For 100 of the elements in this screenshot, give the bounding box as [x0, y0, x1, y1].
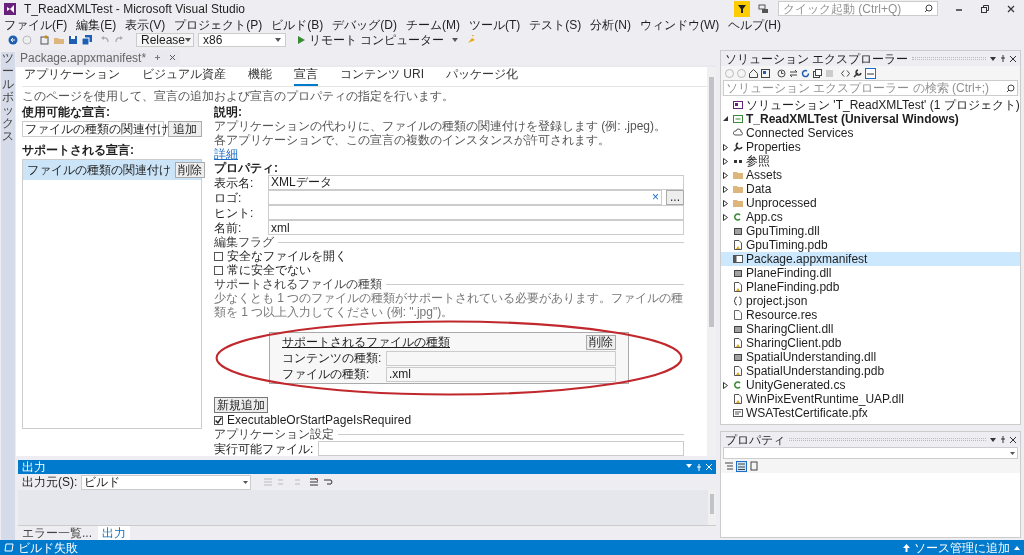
source-control-button[interactable]: ソース管理に追加: [903, 540, 1020, 555]
pin-icon[interactable]: [1000, 436, 1006, 443]
menu-item[interactable]: ファイル(F): [4, 17, 68, 32]
text-field[interactable]: [268, 205, 684, 220]
tree-item[interactable]: WinPixEventRuntime_UAP.dll: [721, 392, 1020, 406]
tree-item[interactable]: PlaneFinding.pdb: [721, 280, 1020, 294]
preview-icon[interactable]: [865, 67, 876, 79]
tree-item[interactable]: T_ReadXMLTest (Universal Windows): [721, 112, 1020, 126]
tree-item[interactable]: project.json: [721, 294, 1020, 308]
tree-item[interactable]: UnityGenerated.cs: [721, 378, 1020, 392]
tree-item[interactable]: SharingClient.dll: [721, 322, 1020, 336]
alphabetical-icon[interactable]: [736, 460, 747, 472]
scrollbar-thumb[interactable]: [709, 77, 714, 327]
collapsed-arrow-icon[interactable]: [723, 213, 728, 221]
tree-item[interactable]: Package.appxmanifest: [721, 252, 1020, 266]
tree-item[interactable]: WSATestCertificate.pfx: [721, 406, 1020, 420]
text-field[interactable]: [386, 350, 616, 366]
tree-item[interactable]: Connected Services: [721, 126, 1020, 140]
manifest-tab[interactable]: アプリケーション: [24, 67, 120, 86]
caret-icon[interactable]: [990, 437, 996, 442]
expanded-arrow-icon[interactable]: [723, 116, 729, 122]
history-icon[interactable]: [777, 68, 786, 78]
manifest-tab[interactable]: コンテンツ URI: [340, 67, 424, 86]
checkbox[interactable]: [214, 251, 223, 261]
tree-item[interactable]: 参照: [721, 154, 1020, 168]
caret-icon[interactable]: [990, 56, 996, 61]
collapsed-arrow-icon[interactable]: [723, 171, 728, 179]
document-tab[interactable]: Package.appxmanifest*: [16, 50, 181, 65]
manifest-tab[interactable]: 機能: [248, 67, 272, 86]
close-icon[interactable]: [1006, 3, 1016, 14]
manifest-tab[interactable]: ビジュアル資産: [142, 67, 226, 86]
text-field[interactable]: xml: [268, 220, 684, 235]
menu-item[interactable]: 表示(V): [125, 17, 166, 32]
menu-item[interactable]: ウィンドウ(W): [640, 17, 720, 32]
quick-launch-field[interactable]: クイック起動 (Ctrl+Q): [778, 1, 938, 16]
tree-item[interactable]: GpuTiming.pdb: [721, 238, 1020, 252]
panel-tab[interactable]: エラー一覧...: [18, 526, 96, 540]
refresh-icon[interactable]: [801, 68, 810, 78]
tree-item[interactable]: Assets: [721, 168, 1020, 182]
menu-item[interactable]: プロジェクト(P): [174, 17, 263, 32]
close-icon[interactable]: [1010, 55, 1016, 62]
filter-icon[interactable]: [734, 0, 750, 17]
tree-item[interactable]: SharingClient.pdb: [721, 336, 1020, 350]
word-wrap-icon[interactable]: [323, 477, 334, 487]
manifest-tab[interactable]: パッケージ化: [446, 67, 518, 86]
tree-item[interactable]: SpatialUnderstanding.pdb: [721, 364, 1020, 378]
close-icon[interactable]: [169, 54, 177, 61]
collapsed-arrow-icon[interactable]: [723, 143, 728, 151]
collapsed-arrow-icon[interactable]: [723, 381, 728, 389]
menu-item[interactable]: 分析(N): [590, 17, 631, 32]
browse-button[interactable]: ...: [666, 190, 684, 205]
logo-path-field[interactable]: ×: [268, 190, 662, 205]
tree-item[interactable]: App.cs: [721, 210, 1020, 224]
delete-button[interactable]: 削除: [586, 334, 616, 350]
close-icon[interactable]: [1010, 436, 1016, 443]
menu-item[interactable]: ヘルプ(H): [728, 17, 781, 32]
tree-item[interactable]: ソリューション 'T_ReadXMLTest' (1 プロジェクト): [721, 98, 1020, 112]
back-icon[interactable]: [8, 35, 18, 45]
run-button[interactable]: リモート コンピューター: [294, 33, 449, 47]
details-link[interactable]: 詳細: [214, 147, 238, 161]
tree-item[interactable]: Data: [721, 182, 1020, 196]
output-source-dropdown[interactable]: ビルド: [81, 474, 252, 490]
tree-item[interactable]: SpatialUnderstanding.dll: [721, 350, 1020, 364]
tree-item[interactable]: Resource.res: [721, 308, 1020, 322]
pin-icon[interactable]: [154, 54, 162, 61]
save-all-icon[interactable]: [82, 35, 92, 45]
menu-item[interactable]: チーム(M): [406, 17, 460, 32]
add-new-button[interactable]: 新規追加: [214, 397, 268, 413]
save-icon[interactable]: [68, 35, 78, 45]
collapsed-arrow-icon[interactable]: [723, 157, 728, 165]
panel-tab[interactable]: 出力: [98, 526, 130, 540]
tree-item[interactable]: Unprocessed: [721, 196, 1020, 210]
collapsed-arrow-icon[interactable]: [723, 185, 728, 193]
text-field[interactable]: XMLデータ: [268, 175, 684, 190]
toolbox-tab[interactable]: ツールボックス: [1, 52, 15, 540]
tree-item[interactable]: Properties: [721, 140, 1020, 154]
clear-button[interactable]: ×: [651, 191, 659, 204]
add-button[interactable]: 追加: [168, 121, 202, 137]
sync-icon[interactable]: [789, 68, 798, 78]
manifest-tab[interactable]: 宣言: [294, 67, 318, 86]
menu-item[interactable]: ビルド(B): [271, 17, 324, 32]
wrench-icon[interactable]: [853, 68, 862, 78]
delete-button[interactable]: 削除: [175, 162, 205, 178]
code-icon[interactable]: [841, 68, 850, 78]
tree-item[interactable]: GpuTiming.dll: [721, 224, 1020, 238]
menu-item[interactable]: テスト(S): [529, 17, 582, 32]
configuration-dropdown[interactable]: Release: [136, 33, 194, 47]
tree-item[interactable]: PlaneFinding.dll: [721, 266, 1020, 280]
menu-item[interactable]: デバッグ(D): [332, 17, 397, 32]
collapse-icon[interactable]: [813, 68, 822, 78]
pages-icon[interactable]: [749, 461, 759, 471]
new-project-icon[interactable]: [40, 35, 50, 45]
menu-item[interactable]: 編集(E): [76, 17, 117, 32]
menu-item[interactable]: ツール(T): [469, 17, 521, 32]
text-field[interactable]: [318, 441, 684, 456]
clear-all-icon[interactable]: [309, 477, 320, 487]
checkbox[interactable]: [214, 415, 223, 425]
restore-icon[interactable]: [980, 3, 990, 14]
checkbox[interactable]: [214, 265, 223, 275]
switch-views-icon[interactable]: [761, 68, 770, 78]
